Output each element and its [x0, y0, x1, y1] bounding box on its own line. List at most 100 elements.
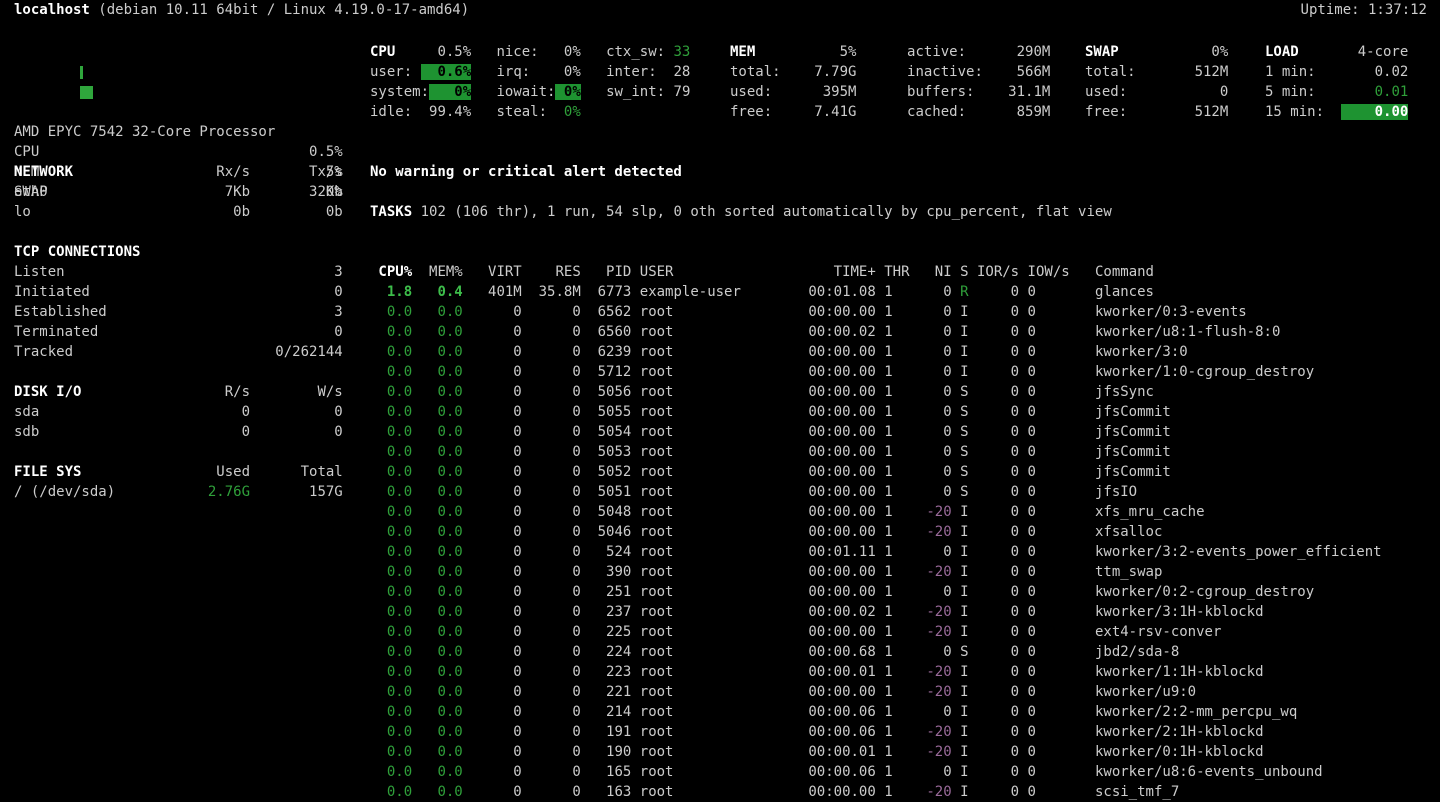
- cell-res: 0: [522, 524, 581, 540]
- cell-iow: 0: [1019, 424, 1036, 440]
- cpu-title: CPU: [370, 44, 395, 60]
- cell-time: 00:00.00: [808, 424, 875, 440]
- cell-status: I: [952, 744, 969, 760]
- cell-mem: 0.0: [412, 544, 463, 560]
- cell-thr: 1: [876, 564, 910, 580]
- inactive-label: inactive:: [907, 64, 983, 80]
- cell-mem: 0.0: [412, 744, 463, 760]
- cell-thr: 1: [876, 764, 910, 780]
- system-label: system:: [370, 84, 429, 100]
- cell-virt: 0: [463, 684, 522, 700]
- load-5min-label: 5 min:: [1265, 84, 1324, 100]
- cell-mem: 0.0: [412, 564, 463, 580]
- cell-virt: 0: [463, 564, 522, 580]
- cell-virt: 0: [463, 664, 522, 680]
- cell-time: 00:00.00: [808, 524, 875, 540]
- glances-terminal-screen[interactable]: localhost (debian 10.11 64bit / Linux 4.…: [0, 0, 1440, 787]
- load-block: LOAD 4-core1 min: 0.025 min: 0.0115 min:…: [1265, 42, 1408, 122]
- cell-thr: 1: [876, 604, 910, 620]
- cell-status: I: [952, 604, 969, 620]
- cell-thr: 1: [876, 344, 910, 360]
- process-row: 0.0 0.0 0 0 225 root 00:00.00 1 -20 I 0 …: [370, 622, 1382, 642]
- cell-user: root: [631, 564, 808, 580]
- cell-command: jfsSync: [1036, 384, 1154, 400]
- text: [471, 64, 496, 80]
- cell-mem: 0.0: [412, 684, 463, 700]
- cell-mem: 0.0: [412, 364, 463, 380]
- swap-block: SWAP 0%total: 512Mused: 0free: 512M: [1085, 42, 1228, 122]
- text: [856, 64, 907, 80]
- cell-res: 0: [522, 504, 581, 520]
- cell-res: 0: [522, 404, 581, 420]
- tcp-value: 3: [242, 264, 343, 280]
- cell-cpu: 0.0: [370, 384, 412, 400]
- mem-line-1: MEM 5% active: 290M: [730, 42, 1050, 62]
- cell-status: I: [952, 784, 969, 800]
- cell-time: 00:00.00: [808, 564, 875, 580]
- process-row: 0.0 0.0 0 0 390 root 00:00.00 1 -20 I 0 …: [370, 562, 1382, 582]
- cell-pid: 165: [581, 764, 632, 780]
- cell-status: I: [952, 364, 969, 380]
- user-value: 0.6%: [421, 64, 472, 80]
- cell-virt: 0: [463, 544, 522, 560]
- tcp-value: 0: [242, 284, 343, 300]
- cell-ior: 0: [969, 504, 1020, 520]
- cell-virt: 0: [463, 524, 522, 540]
- process-table: CPU% MEM% VIRT RES PID USER TIME+ THR NI…: [370, 262, 1382, 802]
- tcp-title: TCP CONNECTIONS: [14, 244, 140, 260]
- col-command-header: Command: [1070, 264, 1154, 280]
- cell-user: root: [631, 464, 808, 480]
- cell-ni: 0: [910, 404, 952, 420]
- cell-user: root: [631, 704, 808, 720]
- cell-user: root: [631, 324, 808, 340]
- cell-res: 0: [522, 604, 581, 620]
- inter-label: inter:: [606, 64, 657, 80]
- cell-ni: -20: [910, 744, 952, 760]
- cell-res: 0: [522, 344, 581, 360]
- cell-time: 00:00.06: [808, 764, 875, 780]
- cell-iow: 0: [1019, 724, 1036, 740]
- cell-ni: 0: [910, 384, 952, 400]
- tasks-text: 102 (106 thr), 1 run, 54 slp, 0 oth sort…: [421, 204, 1112, 220]
- cell-cpu: 0.0: [370, 444, 412, 460]
- cell-status: I: [952, 524, 969, 540]
- cell-pid: 5052: [581, 464, 632, 480]
- load-15min: 0.00: [1341, 104, 1408, 120]
- cell-cpu: 0.0: [370, 544, 412, 560]
- cpu-usage-bar: [80, 66, 83, 79]
- cell-status: I: [952, 544, 969, 560]
- cell-time: 00:00.06: [808, 704, 875, 720]
- process-row: 0.0 0.0 0 0 214 root 00:00.06 1 0 I 0 0 …: [370, 702, 1382, 722]
- cell-status: I: [952, 584, 969, 600]
- cell-ni: -20: [910, 724, 952, 740]
- cell-time: 00:00.00: [808, 344, 875, 360]
- cell-mem: 0.0: [412, 444, 463, 460]
- cell-user: root: [631, 544, 808, 560]
- cell-mem: 0.0: [412, 764, 463, 780]
- col-time-header: TIME+: [808, 264, 875, 280]
- process-row: 0.0 0.0 0 0 5051 root 00:00.00 1 0 S 0 0…: [370, 482, 1382, 502]
- cell-cpu: 0.0: [370, 484, 412, 500]
- cell-ior: 0: [969, 664, 1020, 680]
- uptime: Uptime: 1:37:12: [1301, 0, 1427, 20]
- swap-total-label: total:: [1085, 64, 1136, 80]
- process-table-header: CPU% MEM% VIRT RES PID USER TIME+ THR NI…: [370, 262, 1382, 282]
- cell-ior: 0: [969, 604, 1020, 620]
- cell-pid: 221: [581, 684, 632, 700]
- swap-percent: 0%: [1119, 44, 1229, 60]
- text: [581, 44, 606, 60]
- cell-res: 0: [522, 624, 581, 640]
- idle-label: idle:: [370, 104, 412, 120]
- cell-virt: 0: [463, 324, 522, 340]
- cell-mem: 0.0: [412, 784, 463, 800]
- cell-pid: 390: [581, 564, 632, 580]
- cell-res: 0: [522, 584, 581, 600]
- cell-res: 0: [522, 744, 581, 760]
- cell-mem: 0.0: [412, 424, 463, 440]
- cell-ior: 0: [969, 344, 1020, 360]
- cell-ior: 0: [969, 284, 1020, 300]
- cached-value: 859M: [983, 104, 1050, 120]
- disk-val1: 0: [149, 404, 250, 420]
- cell-virt: 0: [463, 704, 522, 720]
- cell-res: 0: [522, 424, 581, 440]
